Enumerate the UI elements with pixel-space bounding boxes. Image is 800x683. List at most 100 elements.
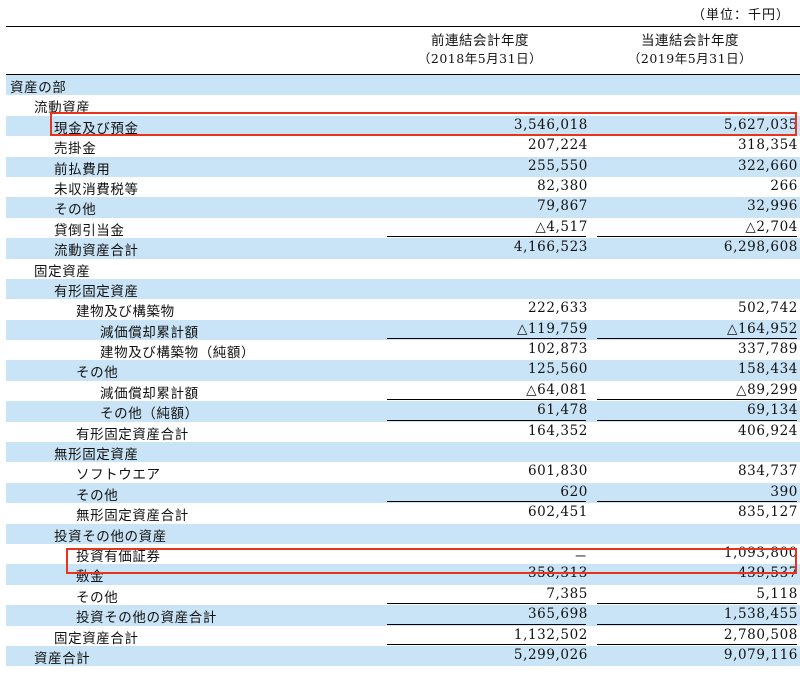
table-row: その他（純額） 61,478 69,134 bbox=[6, 401, 800, 423]
current-year-value: 390 bbox=[770, 483, 798, 500]
table-row: 有形固定資産合計 164,352 406,924 bbox=[6, 422, 800, 443]
subtotal-rule bbox=[387, 603, 586, 605]
current-year-value: 9,079,116 bbox=[723, 646, 798, 663]
table-row: 無形固定資産合計 602,451 835,127 bbox=[6, 503, 800, 524]
column-title: 前連結会計年度 bbox=[431, 33, 529, 49]
current-year-value: 439,537 bbox=[737, 565, 798, 582]
prior-year-value: 61,478 bbox=[537, 402, 588, 419]
subtotal-rule bbox=[387, 501, 586, 503]
table-row: 貸倒引当金 △4,517 △2,704 bbox=[6, 218, 800, 239]
row-label: 固定資産 bbox=[34, 263, 91, 280]
table-row: その他 620 390 bbox=[6, 482, 800, 504]
table-row: 建物及び構築物（純額） 102,873 337,789 bbox=[6, 340, 800, 362]
prior-year-value: △4,517 bbox=[535, 218, 588, 235]
table-row: その他 125,560 158,434 bbox=[6, 360, 800, 382]
prior-year-value: 602,451 bbox=[527, 504, 588, 521]
prior-year-value: － bbox=[573, 548, 588, 565]
table-row: 投資有価証券 － 1,093,800 bbox=[6, 544, 800, 565]
current-year-value: 834,737 bbox=[737, 463, 798, 480]
column-header-prior-year: 前連結会計年度 （2018年5月31日） bbox=[380, 33, 580, 67]
row-label: その他 bbox=[76, 589, 119, 606]
prior-year-value: 79,867 bbox=[537, 198, 588, 215]
current-year-value: 1,538,455 bbox=[723, 606, 798, 623]
header-top-rule bbox=[6, 26, 800, 27]
prior-year-value: 1,132,502 bbox=[513, 626, 588, 643]
table-row: 前払費用 255,550 322,660 bbox=[6, 156, 800, 178]
row-label: 投資その他の資産 bbox=[54, 528, 167, 545]
row-label: 未収消費税等 bbox=[54, 181, 139, 198]
current-year-value: △89,299 bbox=[736, 381, 798, 398]
current-year-value: 5,627,035 bbox=[723, 116, 798, 133]
table-row: 資産合計 5,299,026 9,079,116 bbox=[6, 645, 800, 667]
row-label: 売掛金 bbox=[54, 141, 97, 158]
row-label: その他（純額） bbox=[100, 406, 199, 423]
table-row: 未収消費税等 82,380 266 bbox=[6, 177, 800, 198]
subtotal-rule bbox=[597, 501, 797, 503]
subtotal-rule bbox=[387, 623, 586, 625]
prior-year-value: 222,633 bbox=[527, 300, 588, 317]
row-label: 貸倒引当金 bbox=[54, 222, 125, 239]
prior-year-value: 365,698 bbox=[527, 606, 588, 623]
table-row: 流動資産合計 4,166,523 6,298,608 bbox=[6, 238, 800, 259]
current-year-value: 835,127 bbox=[737, 504, 798, 521]
current-year-value: 1,093,800 bbox=[723, 544, 798, 561]
subtotal-rule bbox=[387, 338, 586, 340]
prior-year-value: 4,166,523 bbox=[513, 239, 588, 256]
table-row: 減価償却累計額 △119,759 △164,952 bbox=[6, 319, 800, 341]
unit-label: （単位：千円） bbox=[691, 8, 790, 23]
subtotal-rule bbox=[597, 338, 797, 340]
row-label: その他 bbox=[76, 487, 119, 504]
row-label: 資産の部 bbox=[10, 80, 67, 96]
row-label: 減価償却累計額 bbox=[100, 324, 199, 341]
table-row: 減価償却累計額 △64,081 △89,299 bbox=[6, 381, 800, 402]
current-year-value: 32,996 bbox=[747, 198, 798, 215]
current-year-value: △2,704 bbox=[745, 218, 798, 235]
prior-year-value: 7,385 bbox=[546, 585, 588, 602]
row-label: 無形固定資産 bbox=[54, 447, 139, 464]
table-row: 投資その他の資産合計 365,698 1,538,455 bbox=[6, 605, 800, 627]
row-label: 有形固定資産合計 bbox=[76, 426, 189, 443]
prior-year-value: 207,224 bbox=[527, 137, 588, 154]
row-label: その他 bbox=[76, 365, 119, 382]
prior-year-value: 125,560 bbox=[527, 361, 588, 378]
table-row: 現金及び預金 3,546,018 5,627,035 bbox=[6, 115, 800, 137]
row-label: 投資その他の資産合計 bbox=[76, 610, 217, 627]
prior-year-value: 5,299,026 bbox=[513, 646, 588, 663]
subtotal-rule bbox=[597, 623, 797, 625]
prior-year-value: 358,313 bbox=[527, 565, 588, 582]
current-year-value: 5,118 bbox=[756, 585, 798, 602]
table-row: その他 7,385 5,118 bbox=[6, 585, 800, 606]
balance-sheet-table: 資産の部流動資産現金及び預金 3,546,018 5,627,035 売掛金 207,2… bbox=[6, 75, 800, 667]
prior-year-value: 601,830 bbox=[527, 463, 588, 480]
current-year-value: 158,434 bbox=[737, 361, 798, 378]
row-label: 固定資産合計 bbox=[54, 630, 139, 647]
column-title: 当連結会計年度 bbox=[641, 33, 739, 49]
subtotal-rule bbox=[387, 236, 586, 238]
row-label: 減価償却累計額 bbox=[100, 385, 199, 402]
row-label: 建物及び構築物（純額） bbox=[100, 345, 256, 362]
column-period: （2018年5月31日） bbox=[417, 51, 543, 66]
subtotal-rule bbox=[597, 236, 797, 238]
row-label: 有形固定資産 bbox=[54, 283, 139, 300]
current-year-value: 318,354 bbox=[737, 137, 798, 154]
row-label: 前払費用 bbox=[54, 161, 111, 178]
table-row: その他 79,867 32,996 bbox=[6, 197, 800, 218]
column-header-current-year: 当連結会計年度 （2019年5月31日） bbox=[590, 33, 790, 67]
table-row: 固定資産 bbox=[6, 259, 800, 280]
prior-year-value: 164,352 bbox=[527, 422, 588, 439]
table-row: 流動資産 bbox=[6, 95, 800, 117]
current-year-value: 2,780,508 bbox=[723, 626, 798, 643]
current-year-value: 69,134 bbox=[747, 402, 798, 419]
table-row: 有形固定資産 bbox=[6, 278, 800, 300]
prior-year-value: △119,759 bbox=[516, 320, 588, 337]
row-label: ソフトウエア bbox=[76, 467, 161, 484]
prior-year-value: 3,546,018 bbox=[513, 116, 588, 133]
row-label: 建物及び構築物 bbox=[76, 304, 175, 321]
row-label: 現金及び預金 bbox=[54, 120, 139, 137]
current-year-value: 322,660 bbox=[737, 157, 798, 174]
row-label: 流動資産 bbox=[34, 100, 91, 117]
current-year-value: △164,952 bbox=[726, 320, 798, 337]
current-year-value: 6,298,608 bbox=[723, 239, 798, 256]
row-label: 投資有価証券 bbox=[76, 548, 161, 565]
table-row: ソフトウエア 601,830 834,737 bbox=[6, 462, 800, 484]
